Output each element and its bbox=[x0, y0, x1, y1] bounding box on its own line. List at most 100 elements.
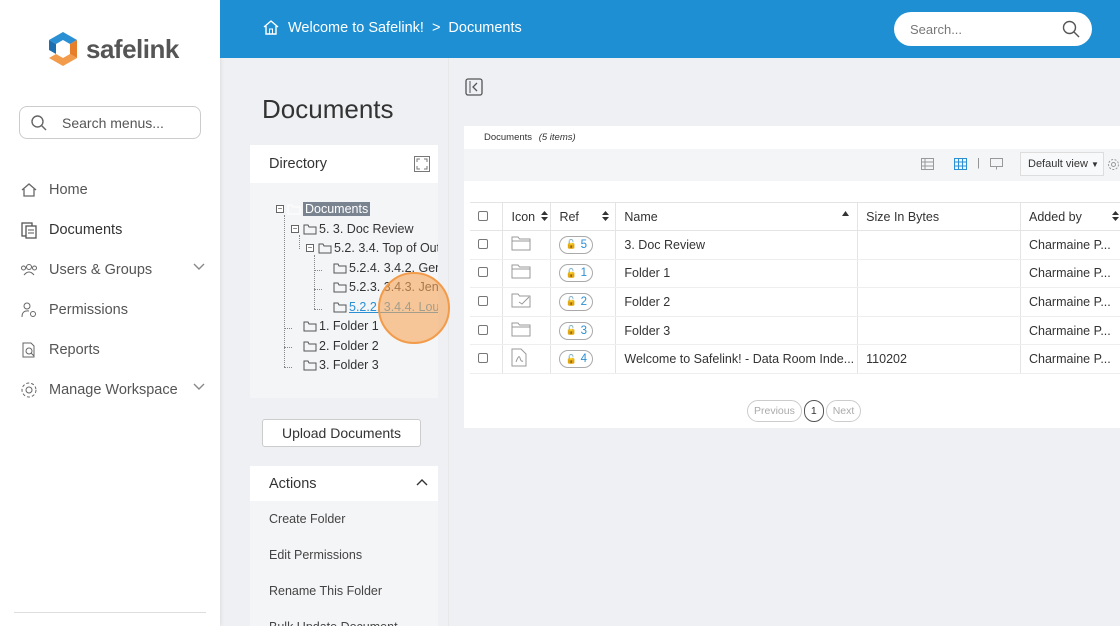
tree-node[interactable]: 2. Folder 2 bbox=[303, 339, 379, 353]
name-cell[interactable]: 3. Doc Review bbox=[615, 230, 859, 260]
tree-collapse-toggle[interactable]: − bbox=[276, 205, 284, 213]
unlock-icon: 🔓 bbox=[565, 296, 577, 307]
unlock-icon: 🔓 bbox=[565, 353, 577, 364]
ref-cell[interactable]: 🔓 2 bbox=[550, 287, 617, 317]
sidebar-item-reports[interactable]: Reports bbox=[19, 330, 209, 370]
sidebar-item-documents[interactable]: Documents bbox=[19, 210, 209, 250]
name-cell[interactable]: Folder 2 bbox=[615, 287, 859, 317]
icon-cell bbox=[502, 287, 552, 317]
documents-panel: Documents (5 items) | Default view ▼ Ico… bbox=[464, 126, 1120, 428]
tree-node[interactable]: 1. Folder 1 bbox=[303, 319, 379, 333]
chevron-up-icon[interactable] bbox=[416, 478, 428, 486]
ref-cell[interactable]: 🔓 5 bbox=[550, 230, 617, 260]
page-title: Documents bbox=[262, 94, 394, 124]
global-search-input[interactable]: Search... bbox=[894, 12, 1092, 46]
grid-view-icon[interactable] bbox=[954, 158, 967, 170]
documents-caption-title: Documents bbox=[484, 132, 533, 143]
column-label: Icon bbox=[511, 209, 536, 224]
next-page-button[interactable]: Next bbox=[825, 400, 862, 422]
ref-badge[interactable]: 🔓 4 bbox=[559, 350, 594, 369]
row-select-cell bbox=[470, 344, 504, 374]
folder-icon bbox=[333, 302, 347, 312]
ref-badge[interactable]: 🔓 1 bbox=[559, 264, 594, 283]
column-header-icon[interactable]: Icon bbox=[502, 202, 552, 231]
sidebar-item-label: Home bbox=[49, 182, 88, 198]
folder-checked-icon bbox=[511, 293, 531, 308]
caret-down-icon: ▼ bbox=[1090, 160, 1099, 169]
column-header-name[interactable]: Name bbox=[615, 202, 859, 231]
view-select[interactable]: Default view ▼ bbox=[1020, 152, 1104, 176]
name-cell[interactable]: Folder 1 bbox=[615, 259, 859, 289]
tree-node[interactable]: 5.2. 3.4. Top of Outl bbox=[318, 241, 438, 255]
row-select-cell bbox=[470, 230, 504, 260]
upload-documents-button[interactable]: Upload Documents bbox=[262, 419, 421, 447]
added-by-cell: Charmaine P... bbox=[1020, 344, 1120, 374]
ref-cell[interactable]: 🔓 4 bbox=[550, 344, 617, 374]
actions-header[interactable]: Actions bbox=[250, 466, 438, 501]
presentation-view-icon[interactable] bbox=[990, 158, 1003, 170]
select-all-checkbox[interactable] bbox=[478, 210, 488, 221]
rename-folder-action[interactable]: Rename This Folder bbox=[250, 573, 438, 609]
table-row[interactable]: 🔓 2 Folder 2 Charmaine P... bbox=[470, 287, 1120, 317]
ref-badge[interactable]: 🔓 2 bbox=[559, 292, 594, 311]
tree-collapse-toggle[interactable]: − bbox=[291, 225, 299, 233]
page-1-button[interactable]: 1 bbox=[803, 400, 824, 422]
sidebar-item-home[interactable]: Home bbox=[19, 170, 209, 210]
pdf-file-icon bbox=[511, 348, 527, 367]
table-row[interactable]: 🔓 4 Welcome to Safelink! - Data Room Inde… bbox=[470, 344, 1120, 374]
sidebar-item-label: Documents bbox=[49, 222, 123, 238]
column-header-added-by[interactable]: Added by bbox=[1020, 202, 1120, 231]
list-view-icon[interactable] bbox=[921, 158, 934, 170]
ref-badge[interactable]: 🔓 3 bbox=[559, 321, 594, 340]
name-cell[interactable]: Folder 3 bbox=[615, 316, 859, 346]
size-cell bbox=[857, 230, 1021, 260]
sidebar-item-permissions[interactable]: Permissions bbox=[19, 290, 209, 330]
ref-cell[interactable]: 🔓 1 bbox=[550, 259, 617, 289]
tree-node-label: Documents bbox=[303, 202, 371, 216]
tree-collapse-toggle[interactable]: − bbox=[306, 244, 314, 252]
unlock-icon: 🔓 bbox=[565, 325, 577, 336]
row-checkbox[interactable] bbox=[478, 295, 488, 306]
table-row[interactable]: 🔓 1 Folder 1 Charmaine P... bbox=[470, 259, 1120, 289]
previous-page-button[interactable]: Previous bbox=[747, 400, 802, 422]
size-cell bbox=[857, 259, 1021, 289]
home-icon[interactable] bbox=[262, 19, 280, 36]
tree-node[interactable]: 5. 3. Doc Review bbox=[303, 222, 413, 236]
added-by-cell: Charmaine P... bbox=[1020, 316, 1120, 346]
sidebar-item-manage-workspace[interactable]: Manage Workspace bbox=[19, 370, 209, 410]
column-header-ref[interactable]: Ref bbox=[550, 202, 617, 231]
edit-permissions-action[interactable]: Edit Permissions bbox=[250, 537, 438, 573]
chevron-down-icon[interactable] bbox=[193, 383, 205, 391]
row-checkbox[interactable] bbox=[478, 324, 488, 335]
permissions-icon bbox=[19, 300, 39, 320]
settings-icon[interactable] bbox=[1107, 158, 1120, 171]
create-folder-action[interactable]: Create Folder bbox=[250, 501, 438, 537]
column-label: Size In Bytes bbox=[866, 209, 940, 224]
column-label: Added by bbox=[1029, 209, 1082, 224]
sidebar-item-users-groups[interactable]: Users & Groups bbox=[19, 250, 209, 290]
chevron-down-icon[interactable] bbox=[193, 263, 205, 271]
row-checkbox[interactable] bbox=[478, 353, 488, 364]
safelink-logo-icon bbox=[49, 32, 77, 66]
row-checkbox[interactable] bbox=[478, 238, 488, 249]
collapse-panel-icon[interactable] bbox=[465, 78, 483, 96]
sort-icon bbox=[1112, 211, 1119, 221]
row-checkbox[interactable] bbox=[478, 267, 488, 278]
logo[interactable]: safelink bbox=[46, 30, 179, 68]
ref-badge[interactable]: 🔓 5 bbox=[559, 235, 594, 254]
menu-search-input[interactable]: Search menus... bbox=[19, 106, 201, 139]
menu-search-placeholder: Search menus... bbox=[62, 114, 164, 131]
tree-line bbox=[284, 347, 292, 348]
name-cell[interactable]: Welcome to Safelink! - Data Room Inde... bbox=[615, 344, 859, 374]
column-header-size[interactable]: Size In Bytes bbox=[857, 202, 1021, 231]
search-icon bbox=[31, 114, 47, 130]
row-select-cell bbox=[470, 316, 504, 346]
bulk-update-action[interactable]: Bulk Update Document bbox=[250, 609, 438, 626]
tree-node-documents[interactable]: Documents bbox=[287, 202, 371, 216]
table-row[interactable]: 🔓 3 Folder 3 Charmaine P... bbox=[470, 316, 1120, 346]
search-icon[interactable] bbox=[1062, 20, 1080, 38]
breadcrumb-home-link[interactable]: Welcome to Safelink! bbox=[288, 20, 424, 36]
ref-cell[interactable]: 🔓 3 bbox=[550, 316, 617, 346]
tree-node[interactable]: 3. Folder 3 bbox=[303, 358, 379, 372]
table-row[interactable]: 🔓 5 3. Doc Review Charmaine P... bbox=[470, 230, 1120, 260]
